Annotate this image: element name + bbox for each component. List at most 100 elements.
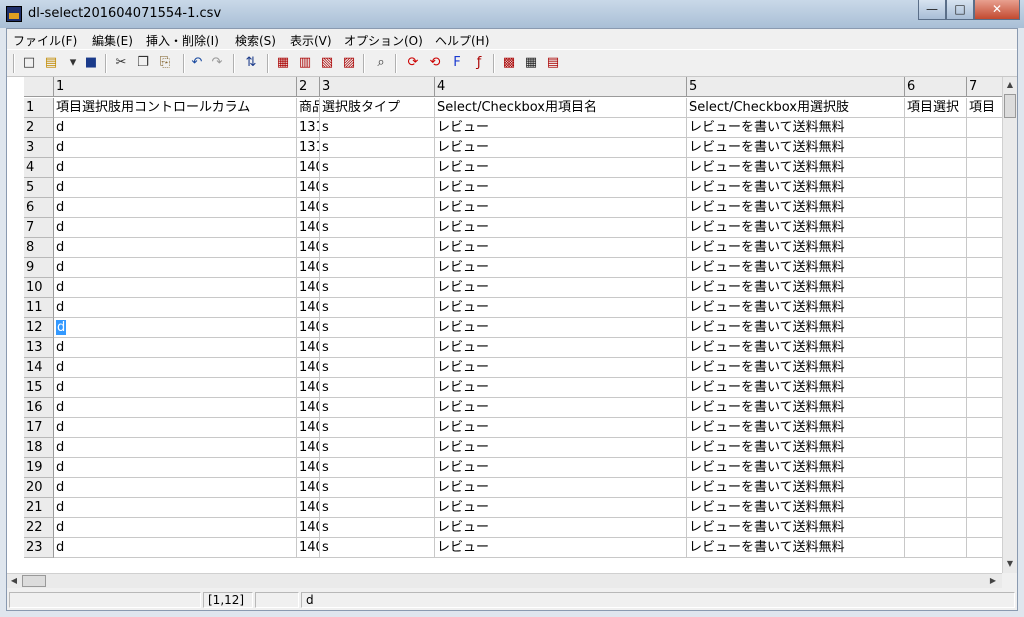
table-cell[interactable]: s — [320, 158, 435, 178]
title-bar[interactable]: dl-select201604071554-1.csv — □ ✕ — [0, 0, 1024, 28]
table-cell[interactable]: 140 — [297, 158, 320, 178]
table-cell[interactable]: d — [54, 278, 297, 298]
cut-icon[interactable]: ✂ — [113, 55, 129, 71]
table-cell[interactable] — [967, 318, 1007, 338]
column-header[interactable]: 1 — [54, 77, 297, 97]
table-cell[interactable]: d — [54, 178, 297, 198]
table-cell[interactable]: d — [54, 198, 297, 218]
grid-corner[interactable] — [24, 77, 54, 97]
table-cell[interactable]: レビューを書いて送料無料 — [687, 318, 905, 338]
minimize-button[interactable]: — — [918, 0, 946, 20]
table-cell[interactable]: 140 — [297, 458, 320, 478]
table-cell[interactable]: レビューを書いて送料無料 — [687, 238, 905, 258]
table-cell[interactable]: レビューを書いて送料無料 — [687, 338, 905, 358]
table-cell[interactable]: 140 — [297, 298, 320, 318]
table-cell[interactable]: レビューを書いて送料無料 — [687, 378, 905, 398]
table-cell[interactable] — [905, 278, 967, 298]
app-icon[interactable] — [6, 6, 22, 22]
table-cell[interactable] — [905, 238, 967, 258]
spreadsheet-grid[interactable]: 12345671項目選択肢用コントロールカラム商品選択肢タイプSelect/Ch… — [7, 77, 1017, 573]
table-cell[interactable]: レビュー — [435, 178, 687, 198]
refresh-all-icon[interactable]: ⟲ — [427, 55, 443, 71]
table-cell[interactable] — [905, 358, 967, 378]
table-cell[interactable]: s — [320, 218, 435, 238]
find-icon[interactable]: ⌕ — [373, 55, 389, 71]
insert-column-icon[interactable]: ▥ — [297, 55, 313, 71]
table-cell[interactable] — [967, 418, 1007, 438]
table-cell[interactable] — [905, 198, 967, 218]
horizontal-scroll-thumb[interactable] — [22, 575, 46, 587]
table-cell[interactable]: s — [320, 118, 435, 138]
close-button[interactable]: ✕ — [974, 0, 1020, 20]
table-cell[interactable]: レビューを書いて送料無料 — [687, 278, 905, 298]
row-header[interactable]: 14 — [24, 358, 54, 378]
menu-item-5[interactable]: オプション(O) — [344, 32, 423, 49]
table-cell[interactable]: レビュー — [435, 378, 687, 398]
table-cell[interactable]: 131 — [297, 118, 320, 138]
menu-item-0[interactable]: ファイル(F) — [13, 32, 77, 49]
table-cell[interactable]: 商品 — [297, 98, 320, 118]
table-cell[interactable] — [905, 218, 967, 238]
column-header[interactable]: 5 — [687, 77, 905, 97]
scroll-down-icon[interactable]: ▼ — [1003, 556, 1017, 572]
delete-row-icon[interactable]: ▧ — [319, 55, 335, 71]
table-cell[interactable] — [967, 398, 1007, 418]
menu-item-3[interactable]: 検索(S) — [235, 32, 276, 49]
table-cell[interactable]: レビューを書いて送料無料 — [687, 178, 905, 198]
table-cell[interactable]: レビュー — [435, 338, 687, 358]
row-header[interactable]: 15 — [24, 378, 54, 398]
table-cell[interactable]: レビューを書いて送料無料 — [687, 418, 905, 438]
table-cell[interactable] — [967, 498, 1007, 518]
row-header[interactable]: 19 — [24, 458, 54, 478]
delete-column-icon[interactable]: ▨ — [341, 55, 357, 71]
grid-light-icon[interactable]: ▤ — [545, 55, 561, 71]
table-cell[interactable]: 140 — [297, 238, 320, 258]
table-cell[interactable]: レビュー — [435, 518, 687, 538]
table-cell[interactable]: レビュー — [435, 478, 687, 498]
table-cell[interactable] — [905, 538, 967, 558]
format-icon[interactable]: F — [449, 55, 465, 71]
row-header[interactable]: 20 — [24, 478, 54, 498]
table-cell[interactable] — [905, 518, 967, 538]
table-cell[interactable] — [905, 438, 967, 458]
table-cell[interactable]: レビュー — [435, 198, 687, 218]
table-cell[interactable]: レビュー — [435, 118, 687, 138]
table-cell[interactable]: 140 — [297, 538, 320, 558]
save-icon[interactable]: ■ — [83, 55, 99, 71]
table-cell[interactable] — [967, 538, 1007, 558]
table-cell[interactable] — [967, 178, 1007, 198]
table-cell[interactable]: レビューを書いて送料無料 — [687, 538, 905, 558]
horizontal-scrollbar[interactable]: ◀ ▶ — [7, 573, 1002, 588]
table-cell[interactable] — [967, 158, 1007, 178]
table-cell[interactable]: d — [54, 258, 297, 278]
row-header[interactable]: 9 — [24, 258, 54, 278]
scroll-right-icon[interactable]: ▶ — [986, 574, 1000, 588]
table-cell[interactable]: s — [320, 238, 435, 258]
row-header[interactable]: 2 — [24, 118, 54, 138]
table-cell[interactable]: レビュー — [435, 358, 687, 378]
row-header[interactable]: 4 — [24, 158, 54, 178]
table-cell[interactable]: レビューを書いて送料無料 — [687, 398, 905, 418]
table-cell[interactable] — [905, 298, 967, 318]
table-cell[interactable]: レビュー — [435, 298, 687, 318]
table-cell[interactable]: s — [320, 358, 435, 378]
table-cell[interactable]: 項目選択 — [905, 98, 967, 118]
row-header[interactable]: 10 — [24, 278, 54, 298]
table-cell[interactable] — [967, 138, 1007, 158]
table-cell[interactable]: レビューを書いて送料無料 — [687, 438, 905, 458]
table-cell[interactable]: レビューを書いて送料無料 — [687, 258, 905, 278]
table-cell[interactable]: d — [54, 338, 297, 358]
row-header[interactable]: 22 — [24, 518, 54, 538]
paste-icon[interactable]: ⎘ — [157, 55, 173, 71]
column-header[interactable]: 6 — [905, 77, 967, 97]
table-cell[interactable]: 140 — [297, 338, 320, 358]
table-cell[interactable]: 140 — [297, 478, 320, 498]
table-cell[interactable] — [967, 478, 1007, 498]
table-cell[interactable]: レビューを書いて送料無料 — [687, 158, 905, 178]
table-cell[interactable] — [905, 378, 967, 398]
table-cell[interactable] — [967, 298, 1007, 318]
open-folder-icon[interactable]: ▤ — [43, 55, 59, 71]
table-cell[interactable]: レビュー — [435, 218, 687, 238]
vertical-scroll-thumb[interactable] — [1004, 94, 1016, 118]
menu-item-6[interactable]: ヘルプ(H) — [435, 32, 489, 49]
